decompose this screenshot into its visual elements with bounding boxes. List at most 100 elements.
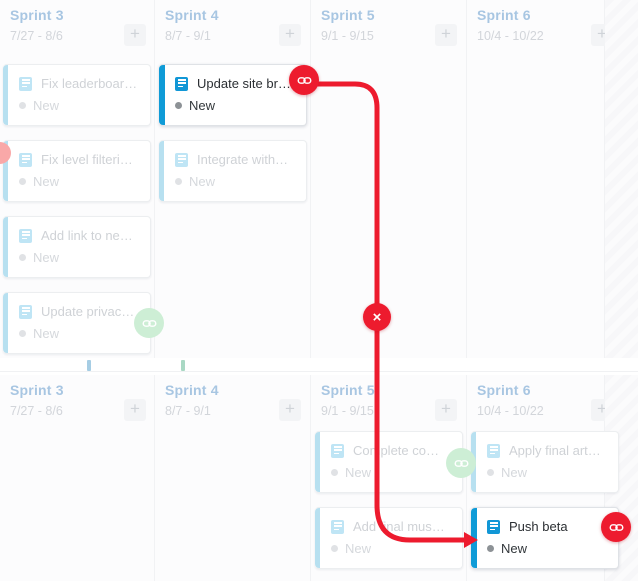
column-title: Sprint 4	[165, 382, 219, 398]
card-status-label: New	[189, 98, 216, 113]
column-sprint-4[interactable]: Sprint 4 8/7 - 9/1 +	[155, 375, 311, 581]
card-item[interactable]: Add link to ne… New	[3, 216, 151, 278]
card-title-row: Add link to ne…	[19, 228, 133, 243]
close-icon: ×	[372, 308, 382, 326]
document-icon	[175, 152, 188, 167]
column-tick-blue	[87, 360, 91, 371]
add-card-button[interactable]: +	[124, 24, 146, 46]
card-accent-bar	[3, 293, 8, 353]
card-status: New	[331, 465, 371, 480]
column-title: Sprint 4	[165, 7, 219, 23]
column-title: Sprint 6	[477, 382, 531, 398]
column-header: Sprint 4 8/7 - 9/1 +	[155, 375, 310, 427]
document-icon	[19, 76, 32, 91]
add-card-button[interactable]: +	[279, 24, 301, 46]
add-card-button[interactable]: +	[279, 399, 301, 421]
card-title-row: Update site br…	[175, 76, 291, 91]
card-item[interactable]: Add final mus… New	[315, 507, 463, 569]
card-title-row: Fix level filteri…	[19, 152, 133, 167]
card-accent-bar	[471, 508, 477, 568]
link-badge-green[interactable]	[134, 308, 164, 338]
column-date-range: 10/4 - 10/22	[477, 29, 544, 43]
board-divider	[0, 371, 638, 372]
card-title: Fix leaderboar…	[41, 76, 138, 91]
column-date-range: 8/7 - 9/1	[165, 404, 211, 418]
card-status-label: New	[501, 465, 528, 480]
card-title: Push beta	[509, 519, 568, 534]
column-date-range: 7/27 - 8/6	[10, 29, 63, 43]
card-item[interactable]: Update privac… New	[3, 292, 164, 354]
card-item[interactable]: Fix leaderboar… New	[3, 64, 151, 126]
board-right-gutter	[605, 0, 638, 358]
column-title: Sprint 6	[477, 7, 531, 23]
document-icon	[331, 519, 344, 534]
card-title: Complete co…	[353, 443, 439, 458]
card-accent-bar	[3, 217, 8, 277]
card-status-label: New	[189, 174, 216, 189]
link-badge-green[interactable]	[446, 448, 476, 478]
card-status-label: New	[33, 98, 60, 113]
link-badge-red[interactable]	[601, 512, 631, 542]
card-status: New	[175, 98, 215, 113]
remove-link-button[interactable]: ×	[363, 303, 391, 331]
card-status-label: New	[33, 174, 60, 189]
status-dot-icon	[19, 254, 26, 261]
card-status: New	[19, 174, 59, 189]
status-dot-icon	[487, 545, 494, 552]
card-title: Add final mus…	[353, 519, 445, 534]
add-card-button[interactable]: +	[124, 399, 146, 421]
card-accent-bar	[315, 432, 320, 492]
status-dot-icon	[331, 469, 338, 476]
add-card-button[interactable]: +	[435, 399, 457, 421]
card-status-label: New	[33, 326, 60, 341]
card-title-row: Complete co…	[331, 443, 439, 458]
card-item[interactable]: Fix level filteri… New	[3, 140, 151, 202]
card-status: New	[331, 541, 371, 556]
column-header: Sprint 5 9/1 - 9/15 +	[311, 375, 466, 427]
card-title: Add link to ne…	[41, 228, 133, 243]
document-icon	[19, 304, 32, 319]
card-item-active[interactable]: Push beta New	[471, 507, 619, 569]
column-date-range: 8/7 - 9/1	[165, 29, 211, 43]
card-accent-bar	[315, 508, 320, 568]
column-date-range: 10/4 - 10/22	[477, 404, 544, 418]
column-header: Sprint 5 9/1 - 9/15 +	[311, 0, 466, 52]
status-dot-icon	[175, 102, 182, 109]
card-status: New	[19, 326, 59, 341]
column-title: Sprint 5	[321, 7, 375, 23]
card-title: Update site br…	[197, 76, 291, 91]
card-status-label: New	[33, 250, 60, 265]
card-title-row: Push beta	[487, 519, 568, 534]
document-icon	[175, 76, 188, 91]
column-sprint-3[interactable]: Sprint 3 7/27 - 8/6 +	[0, 375, 155, 581]
card-title: Integrate with…	[197, 152, 289, 167]
document-icon	[331, 443, 344, 458]
link-badge-red[interactable]	[289, 65, 319, 95]
column-title: Sprint 5	[321, 382, 375, 398]
column-date-range: 7/27 - 8/6	[10, 404, 63, 418]
card-accent-bar	[3, 65, 8, 125]
card-accent-bar	[159, 65, 165, 125]
document-icon	[19, 152, 32, 167]
status-dot-icon	[175, 178, 182, 185]
card-item-active[interactable]: Update site br… New	[159, 64, 307, 126]
card-title-row: Integrate with…	[175, 152, 288, 167]
card-title-row: Fix leaderboar…	[19, 76, 137, 91]
column-title: Sprint 3	[10, 382, 64, 398]
card-item[interactable]: Apply final art… New	[471, 431, 619, 493]
lower-board: Sprint 3 7/27 - 8/6 + Sprint 4 8/7 - 9/1…	[0, 375, 638, 581]
card-status: New	[487, 465, 527, 480]
status-dot-icon	[487, 469, 494, 476]
add-card-button[interactable]: +	[435, 24, 457, 46]
card-status-label: New	[501, 541, 528, 556]
card-title: Update privac…	[41, 304, 135, 319]
card-item[interactable]: Complete co… New	[315, 431, 476, 493]
column-sprint-5[interactable]: Sprint 5 9/1 - 9/15 +	[311, 0, 467, 358]
card-status: New	[487, 541, 527, 556]
card-status: New	[175, 174, 215, 189]
column-sprint-6[interactable]: Sprint 6 10/4 - 10/22 +	[467, 0, 613, 358]
column-header: Sprint 6 10/4 - 10/22 +	[467, 375, 613, 427]
card-item[interactable]: Integrate with… New	[159, 140, 307, 202]
column-header: Sprint 6 10/4 - 10/22 +	[467, 0, 613, 52]
card-status: New	[19, 250, 59, 265]
